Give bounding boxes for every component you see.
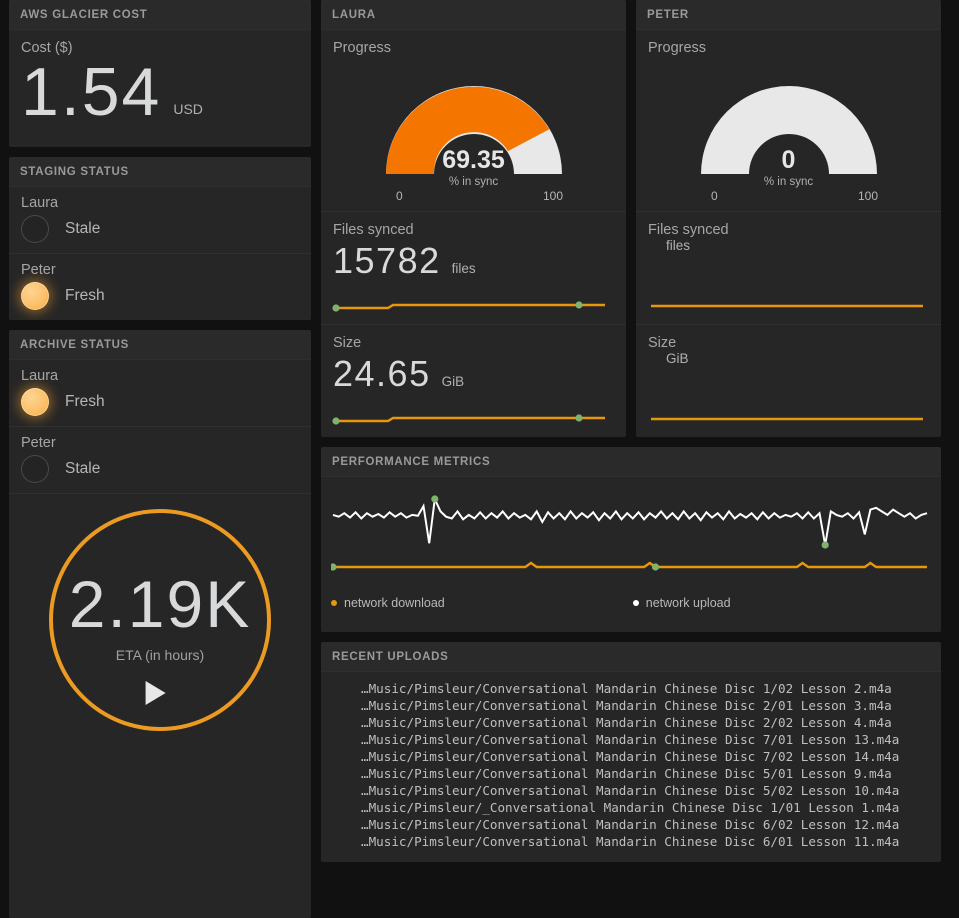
- legend-dot-icon: [331, 600, 337, 606]
- laura-files-label: Files synced: [333, 222, 414, 238]
- status-led-icon: [21, 282, 49, 311]
- eta-label: ETA (in hours): [115, 647, 205, 664]
- staging-row-laura: Laura Stale: [9, 187, 311, 255]
- legend-label-upload: network upload: [645, 596, 731, 610]
- peter-gauge-min: 0: [711, 189, 718, 203]
- upload-list-item[interactable]: …Music/Pimsleur/_Conversational Mandarin…: [321, 799, 941, 816]
- laura-progress-label: Progress: [333, 40, 392, 56]
- user-panels-row: LAURA Progress 69.35 % in sync 0 100 Fil…: [321, 0, 941, 437]
- right-column: LAURA Progress 69.35 % in sync 0 100 Fil…: [321, 0, 941, 918]
- archive-row-peter: Peter Stale: [9, 427, 311, 495]
- panel-title-laura: LAURA: [321, 0, 626, 30]
- staging-row-peter: Peter Fresh: [9, 254, 311, 320]
- panel-title-aws-glacier-cost: AWS GLACIER COST: [9, 0, 311, 30]
- performance-legend: network download network upload: [331, 594, 931, 622]
- peter-gauge-max: 100: [857, 189, 878, 203]
- panel-title-archive-status: ARCHIVE STATUS: [9, 330, 311, 361]
- archive-laura-state: Fresh: [65, 393, 105, 411]
- laura-gauge-max: 100: [542, 189, 563, 203]
- peter-progress-section: Progress 0 % in sync 0 100: [636, 30, 941, 212]
- upload-list-item[interactable]: …Music/Pimsleur/Conversational Mandarin …: [321, 697, 941, 714]
- legend-network-upload[interactable]: network upload: [632, 596, 731, 610]
- laura-progress-section: Progress 69.35 % in sync 0 100: [321, 30, 626, 212]
- archive-peter-state: Stale: [65, 460, 101, 478]
- panel-title-performance-metrics: PERFORMANCE METRICS: [321, 447, 941, 477]
- laura-size-sparkline: [321, 409, 626, 437]
- upload-list-item[interactable]: …Music/Pimsleur/Conversational Mandarin …: [321, 680, 941, 697]
- laura-files-sparkline: [321, 296, 626, 324]
- peter-files-unit: files: [666, 238, 691, 253]
- upload-list-item[interactable]: …Music/Pimsleur/Conversational Mandarin …: [321, 731, 941, 748]
- eta-gauge: 2.19K ETA (in hours): [9, 494, 311, 746]
- peter-gauge-arc: [700, 86, 877, 174]
- panel-laura: LAURA Progress 69.35 % in sync 0 100 Fil…: [321, 0, 626, 437]
- upload-list-item[interactable]: …Music/Pimsleur/Conversational Mandarin …: [321, 765, 941, 782]
- panel-aws-glacier-cost: AWS GLACIER COST Cost ($) 1.54 USD: [9, 0, 311, 148]
- archive-peter-name: Peter: [21, 435, 56, 452]
- status-led-icon: [21, 388, 49, 417]
- dashboard: AWS GLACIER COST Cost ($) 1.54 USD STAGI…: [0, 0, 959, 918]
- cost-value: 1.54: [21, 54, 162, 130]
- peter-size-section: Size GiB: [636, 325, 941, 437]
- panel-archive-status: ARCHIVE STATUS Laura Fresh Peter Stale 2…: [9, 330, 311, 918]
- cost-value-row: 1.54 USD: [9, 54, 311, 130]
- laura-files-unit: files: [451, 261, 476, 276]
- eta-value: 2.19K: [68, 567, 252, 642]
- upload-list-item[interactable]: …Music/Pimsleur/Conversational Mandarin …: [321, 782, 941, 799]
- peter-size-unit: GiB: [666, 351, 689, 366]
- panel-recent-uploads: RECENT UPLOADS …Music/Pimsleur/Conversat…: [321, 642, 941, 862]
- panel-title-peter: PETER: [636, 0, 941, 30]
- peter-gauge: 0 % in sync 0 100: [636, 56, 941, 211]
- panel-title-staging-status: STAGING STATUS: [9, 157, 311, 188]
- laura-size-label: Size: [333, 335, 362, 351]
- peter-size-sparkline: [636, 409, 941, 437]
- status-led-icon: [21, 455, 49, 484]
- legend-network-download[interactable]: network download: [331, 596, 445, 610]
- laura-gauge: 69.35 % in sync 0 100: [321, 56, 626, 211]
- upload-list-item[interactable]: …Music/Pimsleur/Conversational Mandarin …: [321, 748, 941, 765]
- laura-gauge-arc: [385, 86, 562, 174]
- upload-list-item[interactable]: …Music/Pimsleur/Conversational Mandarin …: [321, 833, 941, 850]
- laura-files-section: Files synced 15782 files: [321, 212, 626, 325]
- staging-laura-name: Laura: [21, 195, 59, 212]
- panel-peter: PETER Progress 0 % in sync 0 100 Files s…: [636, 0, 941, 437]
- left-column: AWS GLACIER COST Cost ($) 1.54 USD STAGI…: [9, 0, 311, 918]
- laura-files-value: 15782: [333, 240, 441, 281]
- archive-row-laura: Laura Fresh: [9, 360, 311, 428]
- laura-size-unit: GiB: [441, 374, 465, 389]
- peter-files-label: Files synced: [648, 222, 729, 238]
- legend-label-download: network download: [344, 596, 445, 610]
- status-led-icon: [21, 215, 49, 244]
- laura-size-value: 24.65: [333, 353, 431, 394]
- staging-peter-name: Peter: [21, 262, 56, 279]
- staging-laura-state: Stale: [65, 220, 101, 238]
- peter-progress-label: Progress: [648, 40, 707, 56]
- peter-files-sparkline: [636, 296, 941, 324]
- peter-size-label: Size: [648, 335, 677, 351]
- peter-files-section: Files synced files: [636, 212, 941, 325]
- eta-circle-track: 2.19K ETA (in hours): [49, 509, 271, 732]
- panel-performance-metrics: PERFORMANCE METRICS network download net…: [321, 447, 941, 632]
- archive-laura-name: Laura: [21, 368, 59, 385]
- recent-uploads-list: …Music/Pimsleur/Conversational Mandarin …: [321, 672, 941, 862]
- performance-chart: [329, 495, 928, 571]
- staging-peter-state: Fresh: [65, 287, 105, 305]
- panel-staging-status: STAGING STATUS Laura Stale Peter Fresh: [9, 157, 311, 321]
- play-icon[interactable]: [145, 681, 166, 706]
- cost-unit: USD: [173, 101, 203, 118]
- laura-gauge-min: 0: [396, 189, 403, 203]
- upload-list-item[interactable]: …Music/Pimsleur/Conversational Mandarin …: [321, 714, 941, 731]
- legend-dot-icon: [632, 600, 639, 606]
- laura-size-section: Size 24.65 GiB: [321, 325, 626, 437]
- panel-title-recent-uploads: RECENT UPLOADS: [321, 642, 941, 672]
- upload-list-item[interactable]: …Music/Pimsleur/Conversational Mandarin …: [321, 816, 941, 833]
- cost-label: Cost ($): [21, 40, 73, 56]
